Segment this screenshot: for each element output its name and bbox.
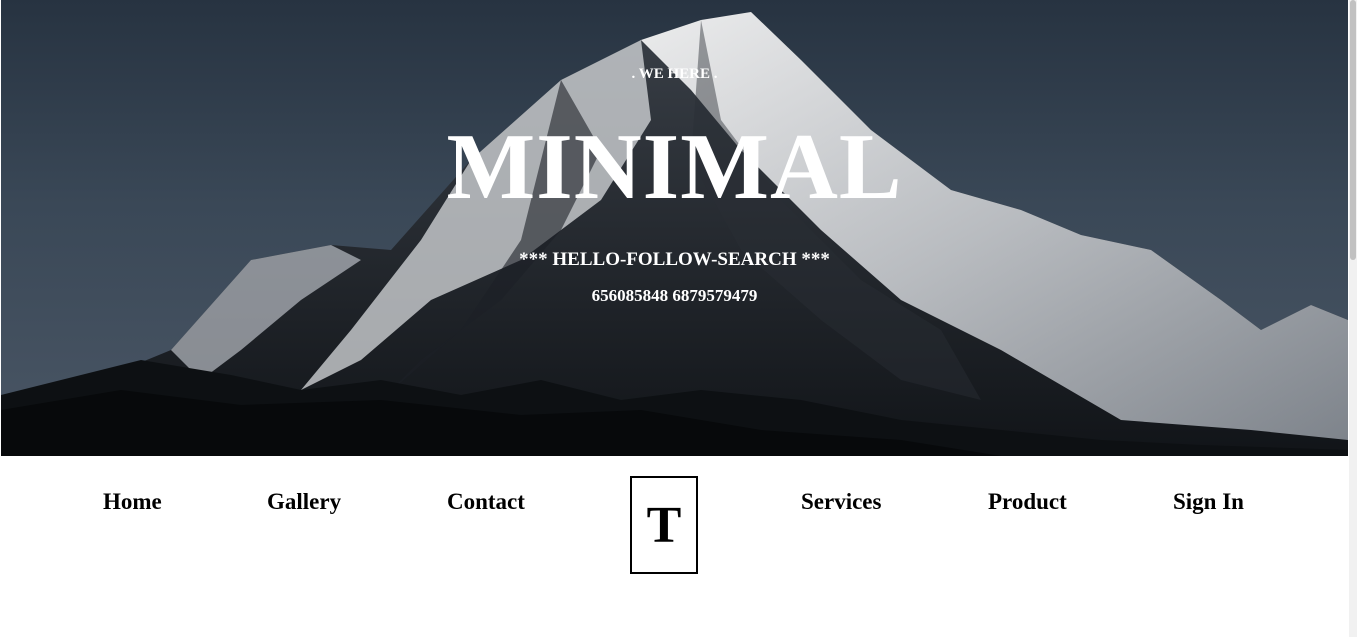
nav-link-home[interactable]: Home [103, 488, 162, 516]
hero-slogan: *** HELLO-FOLLOW-SEARCH *** [519, 249, 830, 270]
scrollbar-thumb[interactable] [1350, 0, 1356, 260]
hero-tagline: . WE HERE . [631, 66, 718, 82]
nav-link-gallery[interactable]: Gallery [267, 488, 341, 516]
hero-banner: . WE HERE . MINIMAL *** HELLO-FOLLOW-SEA… [1, 0, 1348, 456]
nav-link-product[interactable]: Product [988, 488, 1067, 516]
brand-title: MINIMAL [446, 115, 903, 219]
vertical-scrollbar[interactable] [1349, 0, 1357, 637]
hero-phone-numbers: 656085848 6879579479 [591, 286, 758, 305]
nav-link-contact[interactable]: Contact [447, 488, 525, 516]
nav-link-services[interactable]: Services [801, 488, 881, 516]
nav-link-sign-in[interactable]: Sign In [1173, 488, 1244, 516]
logo[interactable]: T [630, 476, 698, 574]
